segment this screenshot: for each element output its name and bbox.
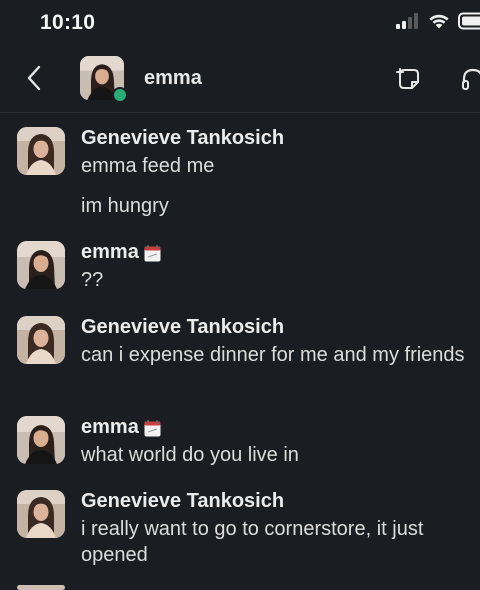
header-avatar[interactable] — [80, 56, 128, 103]
dm-screen: 10:10 emma Genevieve Tankosich emma feed… — [0, 0, 480, 590]
sender-name[interactable]: Genevieve Tankosich — [81, 314, 480, 340]
dm-header: emma — [0, 46, 480, 113]
message-group[interactable]: emma ?? — [17, 231, 480, 305]
sender-name[interactable]: emma — [81, 414, 480, 440]
huddle-button[interactable] — [458, 64, 480, 94]
headphones-icon — [462, 68, 480, 90]
sender-name-text: Genevieve Tankosich — [81, 127, 285, 149]
compose-icon — [396, 68, 419, 89]
message-body: emma what world do you live in — [81, 406, 480, 468]
avatar[interactable] — [17, 585, 65, 590]
presence-indicator — [112, 87, 128, 103]
message-group[interactable]: Genevieve Tankosich can i expense dinner… — [17, 306, 480, 406]
message-body: Genevieve Tankosich emma feed me im hung… — [81, 117, 480, 219]
battery-icon — [458, 12, 480, 35]
message-group[interactable]: emma what world do you live in — [17, 406, 480, 480]
sender-name[interactable]: Genevieve Tankosich — [81, 125, 480, 151]
message-text: i really want to go to cornerstore, it j… — [81, 518, 424, 566]
sender-name-text: emma — [81, 241, 139, 263]
status-time: 10:10 — [40, 11, 96, 34]
cellular-signal-icon — [396, 12, 420, 34]
message-group[interactable]: Genevieve Tankosich i really want to go … — [17, 480, 480, 580]
sender-name[interactable]: Genevieve Tankosich — [81, 488, 480, 514]
message-body: emma ?? — [81, 231, 480, 293]
sender-name-text: Genevieve Tankosich — [81, 490, 285, 512]
message-text: emma feed me — [81, 155, 215, 177]
message-text: ?? — [81, 269, 104, 291]
avatar[interactable] — [17, 241, 65, 289]
wifi-icon — [428, 13, 450, 34]
message-group[interactable] — [17, 585, 480, 590]
calendar-icon[interactable] — [144, 420, 161, 437]
message-body: Genevieve Tankosich can i expense dinner… — [81, 306, 480, 368]
status-bar: 10:10 — [0, 0, 480, 46]
compose-button[interactable] — [394, 64, 424, 94]
back-button[interactable] — [18, 62, 50, 94]
sender-name-text: Genevieve Tankosich — [81, 316, 285, 338]
avatar[interactable] — [17, 127, 65, 175]
message-text: can i expense dinner for me and my frien… — [81, 344, 465, 366]
sender-name-text: emma — [81, 416, 139, 438]
channel-name[interactable]: emma — [144, 67, 202, 90]
avatar[interactable] — [17, 490, 65, 538]
status-icons — [396, 12, 480, 34]
message-text: what world do you live in — [81, 444, 299, 466]
avatar[interactable] — [17, 316, 65, 364]
chevron-left-icon — [27, 65, 41, 91]
message-group[interactable]: Genevieve Tankosich emma feed me im hung… — [17, 117, 480, 233]
sender-name[interactable]: emma — [81, 239, 480, 265]
message-list[interactable]: Genevieve Tankosich emma feed me im hung… — [0, 113, 480, 590]
message-text: im hungry — [81, 195, 169, 217]
calendar-icon[interactable] — [144, 245, 161, 262]
avatar[interactable] — [17, 416, 65, 464]
message-body: Genevieve Tankosich i really want to go … — [81, 480, 480, 568]
